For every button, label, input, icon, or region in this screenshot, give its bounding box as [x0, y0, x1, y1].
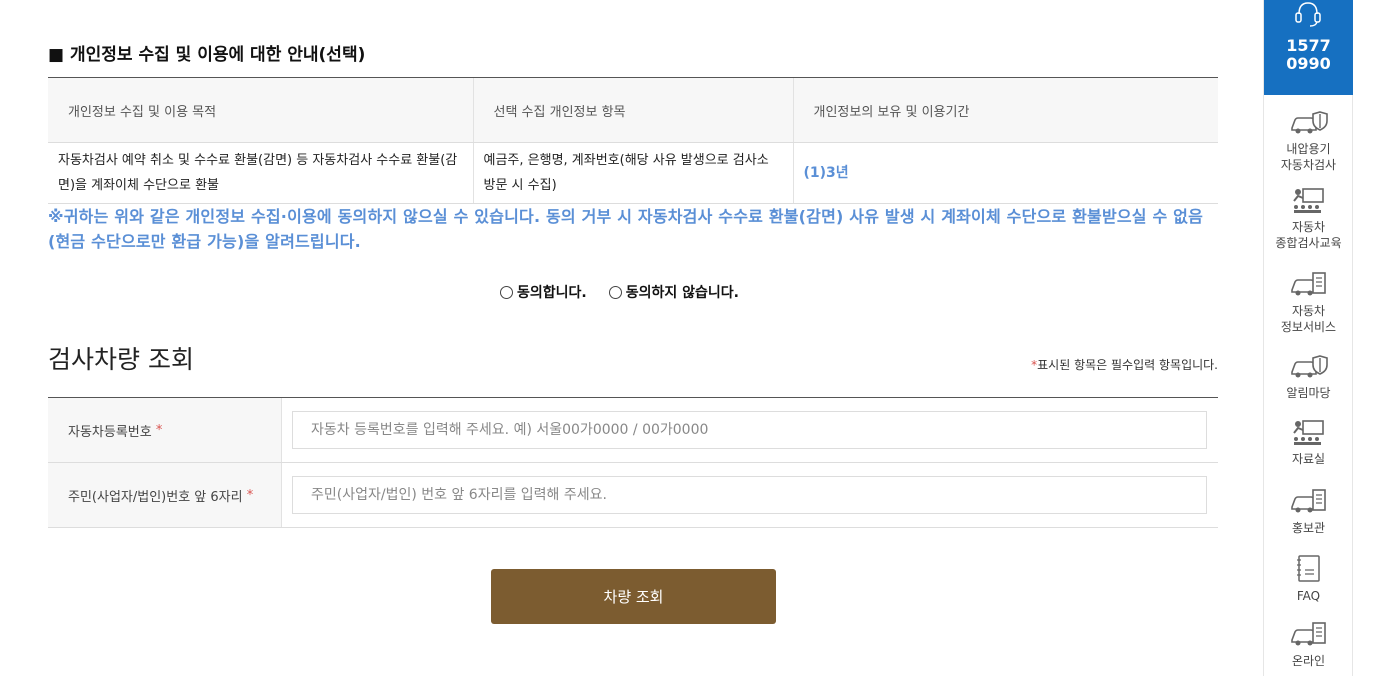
sidebar-item-line1: 내압용기 [1286, 142, 1331, 156]
sidebar-item-info-service[interactable]: 자동차 정보서비스 [1264, 270, 1353, 335]
header-items: 선택 수집 개인정보 항목 [472, 77, 793, 143]
car-clipboard-icon [1290, 272, 1326, 296]
cell-items: 예금주, 은행명, 계좌번호(해당 사유 발생으로 검사소 방문 시 수집) [472, 142, 793, 204]
privacy-section-title: ■ 개인정보 수집 및 이용에 대한 안내(선택) [48, 45, 366, 65]
sidebar-item-line2: 정보서비스 [1280, 320, 1337, 334]
sidebar-item-online[interactable]: 온라인 [1264, 620, 1353, 669]
agree-radio[interactable]: 동의합니다. [500, 282, 587, 302]
required-star: * [246, 487, 254, 503]
table-header-row: 개인정보 수집 및 이용 목적 선택 수집 개인정보 항목 개인정보의 보유 및… [48, 77, 1218, 143]
plate-label: 자동차등록번호 * [48, 398, 282, 462]
quick-menu-sidebar: 1577 0990 내압용기 자동차검사 자동차 종합검사교육 자동차 정보서비… [1263, 0, 1353, 676]
id-label: 주민(사업자/법인)번호 앞 6자리 * [48, 463, 282, 527]
privacy-table: 개인정보 수집 및 이용 목적 선택 수집 개인정보 항목 개인정보의 보유 및… [48, 77, 1218, 204]
sidebar-item-line1: 자동차 [1291, 304, 1326, 318]
plate-number-input[interactable] [292, 411, 1207, 449]
document-icon [1296, 555, 1320, 582]
disagree-label: 동의하지 않습니다. [625, 285, 739, 301]
form-row-id: 주민(사업자/법인)번호 앞 6자리 * [48, 463, 1218, 528]
call-number: 1577 0990 [1264, 37, 1353, 73]
required-note-text: 표시된 항목은 필수입력 항목입니다. [1037, 358, 1218, 372]
table-row: 자동차검사 예약 취소 및 수수료 환불(감면) 등 자동차검사 수수료 환불(… [48, 142, 1218, 204]
disagree-radio[interactable]: 동의하지 않습니다. [608, 282, 739, 302]
sidebar-item-line1: 자료실 [1291, 452, 1326, 466]
lookup-section-title: 검사차량 조회 [48, 345, 194, 374]
sidebar-item-line1: 자동차 [1291, 220, 1326, 234]
required-star: * [155, 422, 163, 438]
call-number-line1: 1577 [1286, 36, 1331, 55]
sidebar-item-line1: FAQ [1296, 589, 1321, 603]
radio-circle-icon[interactable] [500, 285, 513, 299]
sidebar-item-archive[interactable]: 자료실 [1264, 418, 1353, 467]
sidebar-item-line2: 종합검사교육 [1275, 236, 1342, 250]
sidebar-item-line1: 온라인 [1291, 654, 1326, 668]
form-row-plate: 자동차등록번호 * [48, 398, 1218, 463]
car-shield-icon [1290, 355, 1328, 378]
car-clipboard-icon [1290, 489, 1326, 513]
id-number-input[interactable] [292, 476, 1207, 514]
radio-circle-icon[interactable] [608, 285, 622, 299]
sidebar-item-line2: 자동차검사 [1280, 158, 1337, 172]
cell-purpose: 자동차검사 예약 취소 및 수수료 환불(감면) 등 자동차검사 수수료 환불(… [48, 142, 473, 204]
id-label-text: 주민(사업자/법인)번호 앞 6자리 [68, 489, 243, 505]
required-note: *표시된 항목은 필수입력 항목입니다. [1031, 356, 1218, 373]
header-purpose: 개인정보 수집 및 이용 목적 [48, 77, 473, 143]
plate-label-text: 자동차등록번호 [68, 424, 152, 440]
classroom-icon [1292, 420, 1324, 445]
sidebar-item-faq[interactable]: FAQ [1264, 555, 1353, 604]
call-number-line2: 0990 [1286, 54, 1331, 73]
car-clipboard-icon [1290, 622, 1326, 646]
sidebar-item-line1: 알림마당 [1286, 386, 1331, 400]
header-period: 개인정보의 보유 및 이용기간 [792, 77, 1218, 143]
plate-cell [282, 398, 1218, 462]
sidebar-item-pressure-vessel[interactable]: 내압용기 자동차검사 [1264, 108, 1353, 173]
sidebar-item-pr[interactable]: 홍보관 [1264, 487, 1353, 536]
vehicle-lookup-button[interactable]: 차량 조회 [491, 569, 776, 624]
id-cell [282, 463, 1218, 527]
sidebar-item-inspection-education[interactable]: 자동차 종합검사교육 [1264, 186, 1353, 251]
call-center-box[interactable]: 1577 0990 [1264, 0, 1353, 95]
consent-radio-group: 동의합니다. 동의하지 않습니다. [500, 282, 739, 302]
agree-label: 동의합니다. [517, 285, 587, 301]
headset-icon [1295, 2, 1321, 27]
cell-period: (1)3년 [792, 142, 1218, 204]
car-shield-icon [1290, 111, 1328, 134]
sidebar-item-line1: 홍보관 [1291, 521, 1326, 535]
sidebar-item-notices[interactable]: 알림마당 [1264, 352, 1353, 401]
lookup-form: 자동차등록번호 * 주민(사업자/법인)번호 앞 6자리 * [48, 397, 1218, 528]
consent-notice: ※귀하는 위와 같은 개인정보 수집·이용에 동의하지 않으실 수 있습니다. … [48, 207, 1204, 251]
classroom-icon [1292, 188, 1324, 213]
